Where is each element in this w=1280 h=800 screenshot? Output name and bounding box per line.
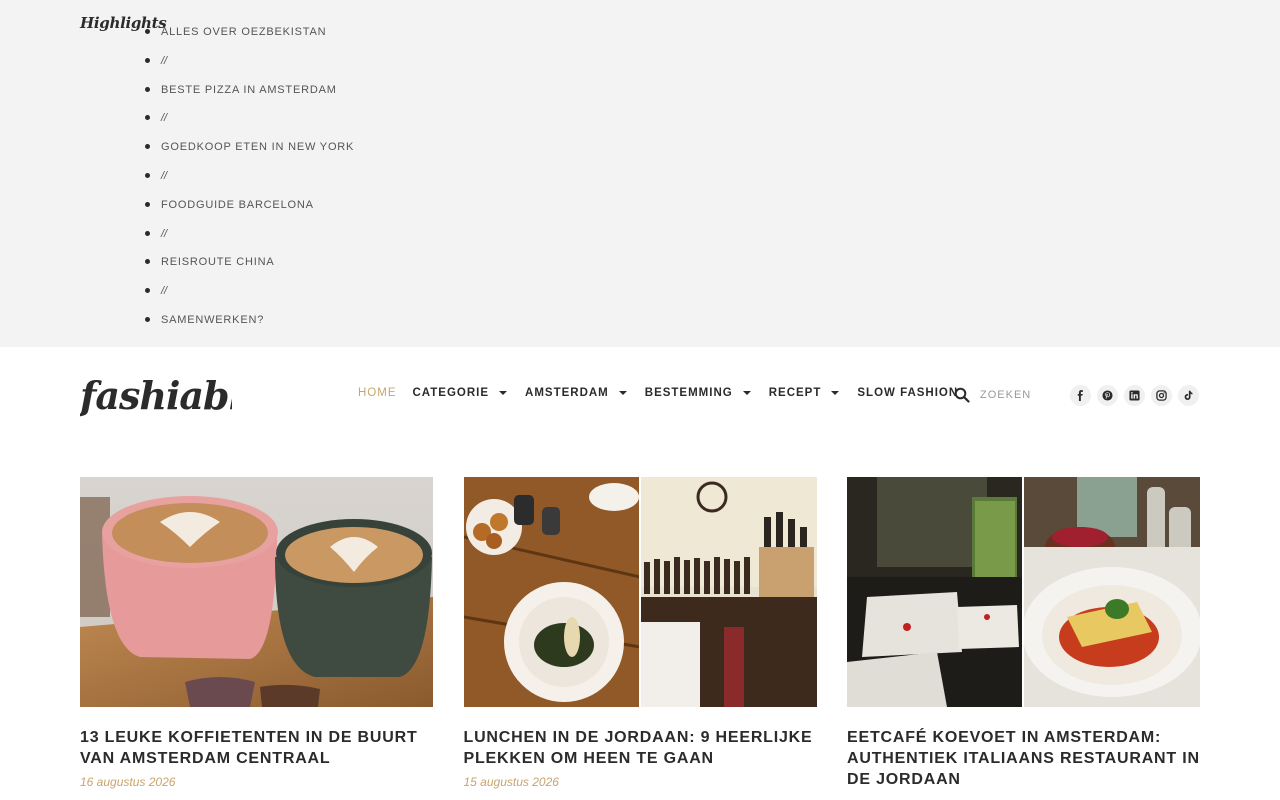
nav-slow-fashion[interactable]: SLOW FASHION: [857, 387, 958, 399]
post-card: LUNCHEN IN DE JORDAAN: 9 HEERLIJKE PLEKK…: [463, 477, 817, 796]
caret-down-icon: [831, 391, 840, 395]
instagram-icon[interactable]: [1151, 385, 1172, 406]
logo-text: fashiable: [80, 373, 232, 418]
facebook-icon[interactable]: [1070, 385, 1091, 406]
nav-label: CATEGORIE: [412, 387, 490, 399]
tiktok-icon[interactable]: [1178, 385, 1199, 406]
highlight-item[interactable]: REISROUTE CHINA: [145, 252, 354, 281]
lunch-image: [463, 477, 817, 707]
highlight-item[interactable]: FOODGUIDE BARCELONA: [145, 195, 354, 224]
highlight-item[interactable]: ALLES OVER OEZBEKISTAN: [145, 22, 354, 51]
nav-home[interactable]: HOME: [358, 387, 397, 399]
post-title[interactable]: EETCAFÉ KOEVOET IN AMSTERDAM: AUTHENTIEK…: [847, 727, 1200, 790]
logo-wordmark: fashiable: [77, 373, 266, 418]
nav-bestemming[interactable]: BESTEMMING: [645, 387, 753, 399]
highlights-list: ALLES OVER OEZBEKISTAN // BESTE PIZZA IN…: [145, 22, 354, 339]
post-title[interactable]: 13 LEUKE KOFFIETENTEN IN DE BUURT VAN AM…: [80, 727, 433, 769]
search-icon[interactable]: [954, 387, 970, 403]
site-header: fashiable HOME CATEGORIE AMSTERDAM BESTE…: [0, 347, 1280, 447]
social-links: [1070, 385, 1199, 406]
post-card: EETCAFÉ KOEVOET IN AMSTERDAM: AUTHENTIEK…: [847, 477, 1200, 796]
site-logo[interactable]: fashiable: [77, 365, 266, 432]
coffee-image: [80, 477, 433, 707]
separator-text: //: [161, 227, 168, 240]
nav-categorie[interactable]: CATEGORIE: [413, 387, 510, 399]
nav-label: RECEPT: [768, 387, 822, 399]
highlight-link[interactable]: BESTE PIZZA IN AMSTERDAM: [161, 81, 337, 99]
highlight-separator: //: [145, 108, 354, 137]
search-input[interactable]: [980, 389, 1060, 401]
post-grid: 13 LEUKE KOFFIETENTEN IN DE BUURT VAN AM…: [80, 477, 1200, 796]
highlight-item[interactable]: SAMENWERKEN?: [145, 310, 354, 339]
highlight-separator: //: [145, 224, 354, 253]
separator-text: //: [161, 112, 168, 125]
highlight-separator: //: [145, 166, 354, 195]
caret-down-icon: [618, 391, 627, 395]
post-date: 16 augustus 2026: [80, 775, 176, 789]
nav-amsterdam[interactable]: AMSTERDAM: [525, 387, 629, 399]
highlights-bar: Highlights ALLES OVER OEZBEKISTAN // BES…: [0, 0, 1280, 347]
nav-recept[interactable]: RECEPT: [769, 387, 842, 399]
separator-text: //: [161, 54, 168, 67]
caret-down-icon: [742, 391, 751, 395]
highlight-separator: //: [145, 281, 354, 310]
restaurant-image: [847, 477, 1200, 707]
highlight-link[interactable]: REISROUTE CHINA: [161, 253, 274, 271]
post-card: 13 LEUKE KOFFIETENTEN IN DE BUURT VAN AM…: [80, 477, 433, 796]
highlight-item[interactable]: BESTE PIZZA IN AMSTERDAM: [145, 80, 354, 109]
nav-label: AMSTERDAM: [525, 387, 609, 399]
separator-text: //: [161, 285, 168, 298]
caret-down-icon: [499, 391, 508, 395]
search-box: [954, 387, 1060, 403]
highlight-item[interactable]: GOEDKOOP ETEN IN NEW YORK: [145, 137, 354, 166]
nav-label: HOME: [358, 387, 397, 399]
highlight-link[interactable]: FOODGUIDE BARCELONA: [161, 196, 314, 214]
highlight-link[interactable]: ALLES OVER OEZBEKISTAN: [161, 23, 326, 41]
highlight-link[interactable]: SAMENWERKEN?: [161, 311, 264, 329]
separator-text: //: [161, 169, 168, 182]
nav-label: SLOW FASHION: [857, 387, 959, 399]
main-nav: HOME CATEGORIE AMSTERDAM BESTEMMING RECE…: [358, 387, 974, 399]
post-thumbnail[interactable]: [463, 477, 817, 707]
pinterest-icon[interactable]: [1097, 385, 1118, 406]
post-thumbnail[interactable]: [80, 477, 433, 707]
highlight-separator: //: [145, 51, 354, 80]
nav-label: BESTEMMING: [644, 387, 733, 399]
post-thumbnail[interactable]: [847, 477, 1200, 707]
highlight-link[interactable]: GOEDKOOP ETEN IN NEW YORK: [161, 138, 354, 156]
post-title[interactable]: LUNCHEN IN DE JORDAAN: 9 HEERLIJKE PLEKK…: [464, 727, 817, 769]
linkedin-icon[interactable]: [1124, 385, 1145, 406]
post-date: 15 augustus 2026: [463, 775, 559, 789]
